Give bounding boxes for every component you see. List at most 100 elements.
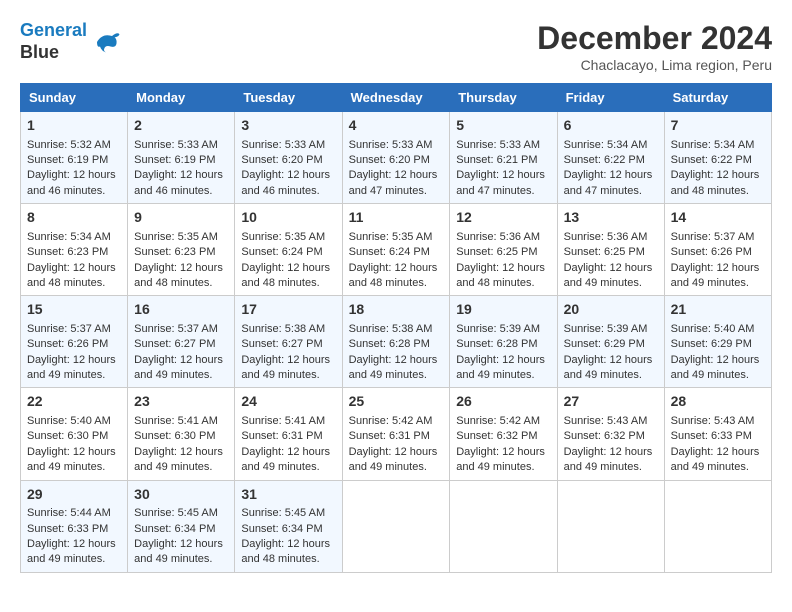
sunrise-label: Sunrise: 5:39 AM xyxy=(456,323,540,335)
calendar-cell: 24Sunrise: 5:41 AMSunset: 6:31 PMDayligh… xyxy=(235,388,342,480)
sunrise-label: Sunrise: 5:33 AM xyxy=(134,139,218,151)
day-number: 20 xyxy=(564,300,658,320)
sunrise-label: Sunrise: 5:43 AM xyxy=(671,415,755,427)
daylight-label: Daylight: 12 hours and 49 minutes. xyxy=(671,446,760,473)
sunset-label: Sunset: 6:24 PM xyxy=(349,246,430,258)
calendar-cell: 4Sunrise: 5:33 AMSunset: 6:20 PMDaylight… xyxy=(342,112,450,204)
day-number: 27 xyxy=(564,392,658,412)
sunrise-label: Sunrise: 5:35 AM xyxy=(241,231,325,243)
logo-icon xyxy=(91,27,121,57)
daylight-label: Daylight: 12 hours and 49 minutes. xyxy=(134,446,223,473)
calendar-cell: 6Sunrise: 5:34 AMSunset: 6:22 PMDaylight… xyxy=(557,112,664,204)
daylight-label: Daylight: 12 hours and 49 minutes. xyxy=(241,354,330,381)
daylight-label: Daylight: 12 hours and 46 minutes. xyxy=(27,169,116,196)
sunrise-label: Sunrise: 5:38 AM xyxy=(241,323,325,335)
calendar-cell: 15Sunrise: 5:37 AMSunset: 6:26 PMDayligh… xyxy=(21,296,128,388)
sunrise-label: Sunrise: 5:45 AM xyxy=(134,507,218,519)
daylight-label: Daylight: 12 hours and 47 minutes. xyxy=(456,169,545,196)
calendar-cell: 22Sunrise: 5:40 AMSunset: 6:30 PMDayligh… xyxy=(21,388,128,480)
sunset-label: Sunset: 6:27 PM xyxy=(241,338,322,350)
day-number: 18 xyxy=(349,300,444,320)
sunrise-label: Sunrise: 5:41 AM xyxy=(134,415,218,427)
sunset-label: Sunset: 6:28 PM xyxy=(349,338,430,350)
calendar-cell: 18Sunrise: 5:38 AMSunset: 6:28 PMDayligh… xyxy=(342,296,450,388)
sunset-label: Sunset: 6:30 PM xyxy=(27,430,108,442)
sunrise-label: Sunrise: 5:43 AM xyxy=(564,415,648,427)
daylight-label: Daylight: 12 hours and 49 minutes. xyxy=(241,446,330,473)
sunset-label: Sunset: 6:32 PM xyxy=(564,430,645,442)
sunset-label: Sunset: 6:22 PM xyxy=(564,154,645,166)
calendar-week-row: 1Sunrise: 5:32 AMSunset: 6:19 PMDaylight… xyxy=(21,112,772,204)
daylight-label: Daylight: 12 hours and 49 minutes. xyxy=(456,446,545,473)
day-number: 3 xyxy=(241,116,335,136)
daylight-label: Daylight: 12 hours and 48 minutes. xyxy=(349,262,438,289)
calendar-cell: 11Sunrise: 5:35 AMSunset: 6:24 PMDayligh… xyxy=(342,204,450,296)
day-number: 1 xyxy=(27,116,121,136)
daylight-label: Daylight: 12 hours and 49 minutes. xyxy=(134,538,223,565)
col-header-wednesday: Wednesday xyxy=(342,84,450,112)
sunset-label: Sunset: 6:22 PM xyxy=(671,154,752,166)
sunrise-label: Sunrise: 5:44 AM xyxy=(27,507,111,519)
sunrise-label: Sunrise: 5:38 AM xyxy=(349,323,433,335)
calendar-cell: 2Sunrise: 5:33 AMSunset: 6:19 PMDaylight… xyxy=(128,112,235,204)
sunrise-label: Sunrise: 5:40 AM xyxy=(27,415,111,427)
calendar-cell xyxy=(342,480,450,572)
sunrise-label: Sunrise: 5:33 AM xyxy=(241,139,325,151)
calendar-week-row: 29 Sunrise: 5:44 AM Sunset: 6:33 PM Dayligh… xyxy=(21,480,772,572)
calendar-cell xyxy=(664,480,771,572)
calendar-header-row: SundayMondayTuesdayWednesdayThursdayFrid… xyxy=(21,84,772,112)
day-number: 14 xyxy=(671,208,765,228)
daylight-label: Daylight: 12 hours and 47 minutes. xyxy=(349,169,438,196)
col-header-tuesday: Tuesday xyxy=(235,84,342,112)
calendar-cell: 5Sunrise: 5:33 AMSunset: 6:21 PMDaylight… xyxy=(450,112,557,204)
sunrise-label: Sunrise: 5:40 AM xyxy=(671,323,755,335)
daylight-label: Daylight: 12 hours and 48 minutes. xyxy=(241,538,330,565)
sunrise-label: Sunrise: 5:34 AM xyxy=(27,231,111,243)
daylight-label: Daylight: 12 hours and 48 minutes. xyxy=(456,262,545,289)
daylight-label: Daylight: 12 hours and 46 minutes. xyxy=(134,169,223,196)
sunset-label: Sunset: 6:32 PM xyxy=(456,430,537,442)
calendar-cell: 8Sunrise: 5:34 AMSunset: 6:23 PMDaylight… xyxy=(21,204,128,296)
location-title: Chaclacayo, Lima region, Peru xyxy=(537,57,772,73)
sunrise-label: Sunrise: 5:35 AM xyxy=(134,231,218,243)
daylight-label: Daylight: 12 hours and 48 minutes. xyxy=(241,262,330,289)
day-number: 19 xyxy=(456,300,550,320)
sunset-label: Sunset: 6:26 PM xyxy=(671,246,752,258)
calendar-cell: 3 Sunrise: 5:33 AM Sunset: 6:20 PM Daylight… xyxy=(235,112,342,204)
calendar-cell: 21Sunrise: 5:40 AMSunset: 6:29 PMDayligh… xyxy=(664,296,771,388)
daylight-label: Daylight: 12 hours and 46 minutes. xyxy=(241,169,330,196)
sunrise-label: Sunrise: 5:37 AM xyxy=(134,323,218,335)
sunrise-label: Sunrise: 5:42 AM xyxy=(456,415,540,427)
daylight-label: Daylight: 12 hours and 48 minutes. xyxy=(671,169,760,196)
day-number: 12 xyxy=(456,208,550,228)
sunset-label: Sunset: 6:20 PM xyxy=(241,154,322,166)
day-number: 30 xyxy=(134,485,228,505)
sunrise-label: Sunrise: 5:45 AM xyxy=(241,507,325,519)
sunset-label: Sunset: 6:33 PM xyxy=(671,430,752,442)
sunset-label: Sunset: 6:29 PM xyxy=(564,338,645,350)
daylight-label: Daylight: 12 hours and 49 minutes. xyxy=(671,354,760,381)
sunrise-label: Sunrise: 5:37 AM xyxy=(27,323,111,335)
sunset-label: Sunset: 6:23 PM xyxy=(27,246,108,258)
col-header-monday: Monday xyxy=(128,84,235,112)
sunset-label: Sunset: 6:27 PM xyxy=(134,338,215,350)
day-number: 6 xyxy=(564,116,658,136)
day-number: 23 xyxy=(134,392,228,412)
sunrise-label: Sunrise: 5:34 AM xyxy=(671,139,755,151)
day-number: 15 xyxy=(27,300,121,320)
daylight-label: Daylight: 12 hours and 48 minutes. xyxy=(27,262,116,289)
day-number: 21 xyxy=(671,300,765,320)
sunset-label: Sunset: 6:20 PM xyxy=(349,154,430,166)
logo-text: GeneralBlue xyxy=(20,20,87,63)
daylight-label: Daylight: 12 hours and 48 minutes. xyxy=(134,262,223,289)
day-number: 13 xyxy=(564,208,658,228)
day-number: 29 xyxy=(27,485,121,505)
calendar-table: SundayMondayTuesdayWednesdayThursdayFrid… xyxy=(20,83,772,573)
daylight-label: Daylight: 12 hours and 49 minutes. xyxy=(27,538,116,565)
calendar-week-row: 15Sunrise: 5:37 AMSunset: 6:26 PMDayligh… xyxy=(21,296,772,388)
sunset-label: Sunset: 6:31 PM xyxy=(349,430,430,442)
calendar-cell: 10Sunrise: 5:35 AMSunset: 6:24 PMDayligh… xyxy=(235,204,342,296)
calendar-cell: 12Sunrise: 5:36 AMSunset: 6:25 PMDayligh… xyxy=(450,204,557,296)
sunset-label: Sunset: 6:33 PM xyxy=(27,523,108,535)
sunrise-label: Sunrise: 5:42 AM xyxy=(349,415,433,427)
